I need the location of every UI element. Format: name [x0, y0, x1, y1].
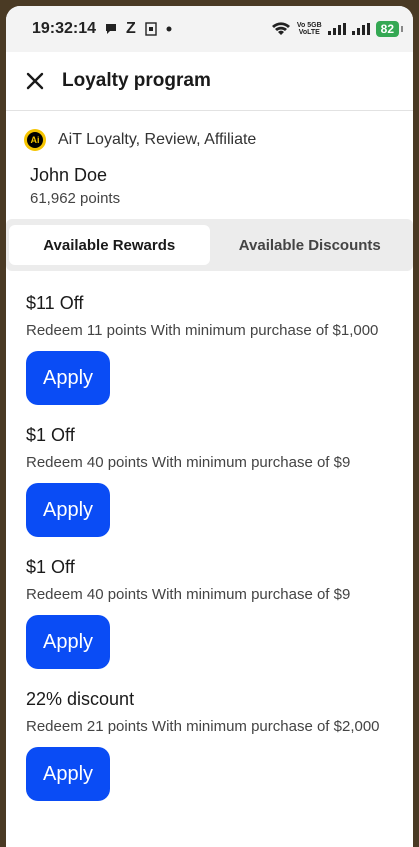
- dot-icon: [166, 26, 172, 32]
- volte-indicator: Vo 5GB VoLTE: [297, 22, 322, 36]
- reward-item: $11 Off Redeem 11 points With minimum pu…: [26, 293, 393, 405]
- signal-icon-2: [351, 23, 370, 35]
- reward-title: $11 Off: [26, 293, 84, 313]
- tab-bar: Available Rewards Available Discounts: [6, 219, 413, 271]
- apply-button[interactable]: Apply: [26, 483, 110, 537]
- reward-description: Redeem 40 points With minimum purchase o…: [26, 454, 351, 471]
- reward-title: 22% discount: [26, 689, 135, 709]
- volte-top: Vo 5GB: [296, 22, 322, 29]
- app-header: Loyalty program: [6, 52, 413, 111]
- app-info: Ai AiT Loyalty, Review, Affiliate: [6, 111, 413, 151]
- apply-button[interactable]: Apply: [26, 747, 110, 801]
- wifi-icon: [271, 21, 291, 37]
- phone-screen: 19:32:14 Z Vo 5GB VoLTE 82 Loyalty progr…: [6, 6, 413, 847]
- tab-available-discounts[interactable]: Available Discounts: [210, 225, 411, 265]
- apply-button[interactable]: Apply: [26, 351, 110, 405]
- status-time: 19:32:14: [32, 20, 97, 37]
- page-title: Loyalty program: [62, 70, 211, 91]
- reward-title: $1 Off: [26, 425, 75, 445]
- reward-item: 22% discount Redeem 21 points With minim…: [26, 689, 393, 801]
- rewards-list: $11 Off Redeem 11 points With minimum pu…: [6, 271, 413, 801]
- volte-bottom: VoLTE: [298, 29, 320, 36]
- tab-available-rewards[interactable]: Available Rewards: [9, 225, 210, 265]
- user-name: John Doe: [30, 165, 108, 185]
- reward-description: Redeem 21 points With minimum purchase o…: [26, 718, 380, 735]
- close-icon[interactable]: [24, 70, 46, 92]
- status-bar: 19:32:14 Z Vo 5GB VoLTE 82: [6, 6, 413, 52]
- reward-description: Redeem 11 points With minimum purchase o…: [26, 322, 379, 339]
- reward-item: $1 Off Redeem 40 points With minimum pur…: [26, 425, 393, 537]
- user-points: 61,962 points: [30, 190, 121, 207]
- app-logo-text: Ai: [27, 132, 43, 148]
- reward-description: Redeem 40 points With minimum purchase o…: [26, 586, 351, 603]
- app-logo-icon: Ai: [24, 129, 46, 151]
- user-info: John Doe 61,962 points: [6, 151, 413, 207]
- signal-icon: [327, 23, 346, 35]
- sim-icon: [144, 22, 158, 36]
- apply-button[interactable]: Apply: [26, 615, 110, 669]
- app-name: AiT Loyalty, Review, Affiliate: [58, 131, 257, 148]
- reward-title: $1 Off: [26, 557, 75, 577]
- reward-item: $1 Off Redeem 40 points With minimum pur…: [26, 557, 393, 669]
- chat-bubble-icon: [104, 22, 118, 36]
- carrier-letter: Z: [126, 20, 136, 37]
- battery-indicator: 82: [375, 21, 404, 37]
